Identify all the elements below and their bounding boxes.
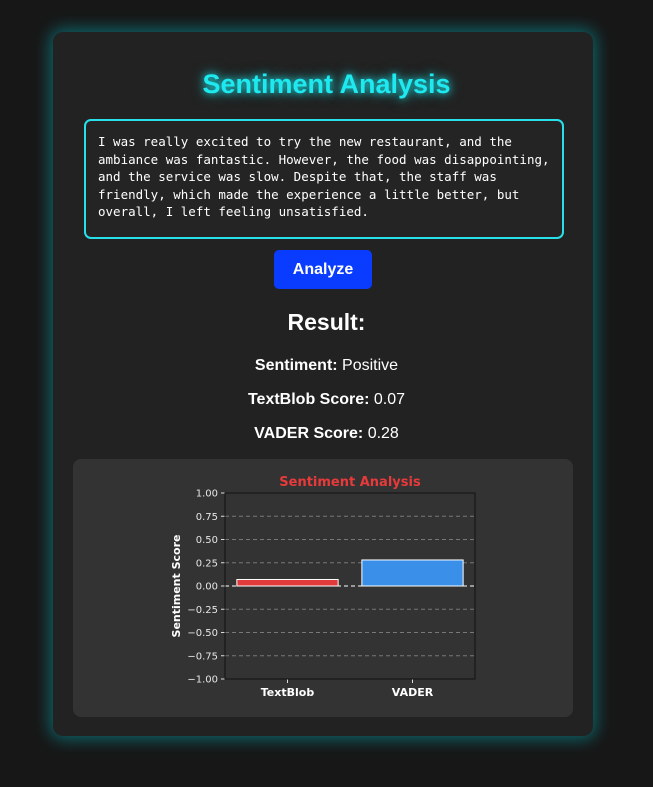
sentiment-chart: Sentiment Analysis 1.00 0.75 0.50 0.25 0.00 −0… <box>170 475 476 699</box>
vader-label: VADER Score: <box>254 425 364 442</box>
textblob-result: TextBlob Score: 0.07 <box>0 391 653 409</box>
vader-result: VADER Score: 0.28 <box>0 425 653 443</box>
y-tick-label: 1.00 <box>196 489 218 500</box>
bar-textblob <box>236 578 339 587</box>
y-tick-label: 0.25 <box>196 558 218 569</box>
y-tick-label: −1.00 <box>187 675 218 686</box>
chart-title: Sentiment Analysis <box>279 475 421 490</box>
y-tick-label: 0.75 <box>196 512 218 523</box>
chart-panel: Sentiment Analysis 1.00 0.75 0.50 0.25 0.00 −0… <box>73 459 573 717</box>
y-tick-label: 0.00 <box>196 582 218 593</box>
textblob-value: 0.07 <box>373 391 406 408</box>
y-tick-label: −0.25 <box>187 605 218 616</box>
y-axis-label: Sentiment Score <box>170 535 183 638</box>
result-heading: Result: <box>287 309 366 335</box>
text-input[interactable]: I was really excited to try the new rest… <box>84 119 564 239</box>
y-tick-label: −0.75 <box>187 651 218 662</box>
textblob-label: TextBlob Score: <box>247 391 370 408</box>
y-tick-label: 0.50 <box>196 535 218 546</box>
x-tick-label: VADER <box>392 686 434 699</box>
x-tick-label: TextBlob <box>261 686 315 699</box>
sentiment-result: Sentiment: Positive <box>0 357 653 375</box>
bar-vader <box>361 559 464 587</box>
sentiment-label: Sentiment: <box>254 357 338 374</box>
analyze-button[interactable]: Analyze <box>274 250 372 289</box>
sentiment-value: Positive <box>342 357 399 374</box>
vader-value: 0.28 <box>367 425 399 442</box>
page-title: Sentiment Analysis <box>202 69 451 99</box>
y-tick-label: −0.50 <box>187 628 218 639</box>
